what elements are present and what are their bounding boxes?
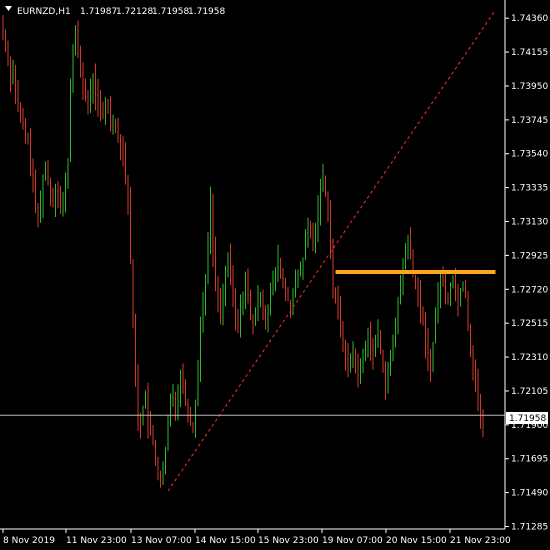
trendline[interactable] [167, 9, 496, 492]
current-price-label: 1.71958 [509, 414, 546, 424]
chart-canvas[interactable]: EURNZD,H1 1.71987 1.72128 1.71958 1.7195… [0, 0, 550, 550]
price-tick-label: 1.73130 [511, 218, 548, 228]
chart-window[interactable]: EURNZD,H1 1.71987 1.72128 1.71958 1.7195… [0, 0, 550, 550]
price-tick-label: 1.73950 [511, 82, 548, 92]
price-tick-label: 1.71285 [511, 523, 548, 533]
time-tick-label: 14 Nov 15:00 [195, 536, 256, 546]
price-tick-label: 1.72310 [511, 353, 548, 363]
price-tick-label: 1.71695 [511, 455, 548, 465]
price-tick-label: 1.71490 [511, 489, 548, 499]
low-value: 1.71958 [152, 7, 189, 17]
time-tick-label: 15 Nov 23:00 [258, 536, 319, 546]
time-tick-label: 11 Nov 23:00 [66, 536, 127, 546]
price-tick-label: 1.72105 [511, 387, 548, 397]
time-tick-label: 20 Nov 15:00 [386, 536, 447, 546]
price-tick-label: 1.73745 [511, 116, 548, 126]
high-value: 1.72128 [116, 7, 153, 17]
symbol-label: EURNZD,H1 [17, 7, 71, 17]
price-tick-label: 1.74155 [511, 48, 548, 58]
time-tick-label: 13 Nov 07:00 [131, 536, 192, 546]
price-tick-label: 1.73335 [511, 184, 548, 194]
price-tick-label: 1.72720 [511, 285, 548, 295]
time-axis[interactable]: 8 Nov 2019 11 Nov 23:00 13 Nov 07:00 14 Nov… [2, 529, 511, 546]
price-tick-label: 1.72515 [511, 319, 548, 329]
price-tick-label: 1.72925 [511, 251, 548, 261]
time-tick-label: 19 Nov 07:00 [322, 536, 383, 546]
price-axis[interactable]: 1.74360 1.74155 1.73950 1.73745 1.73540 1.733… [505, 14, 548, 533]
price-tick-label: 1.74360 [511, 14, 548, 24]
time-tick-label: 21 Nov 23:00 [450, 536, 511, 546]
price-tick-label: 1.73540 [511, 150, 548, 160]
close-value: 1.71958 [188, 7, 225, 17]
triangle-down-icon[interactable] [5, 6, 12, 11]
price-bars [2, 15, 484, 488]
time-tick-label: 8 Nov 2019 [3, 536, 55, 546]
open-value: 1.71987 [80, 7, 117, 17]
